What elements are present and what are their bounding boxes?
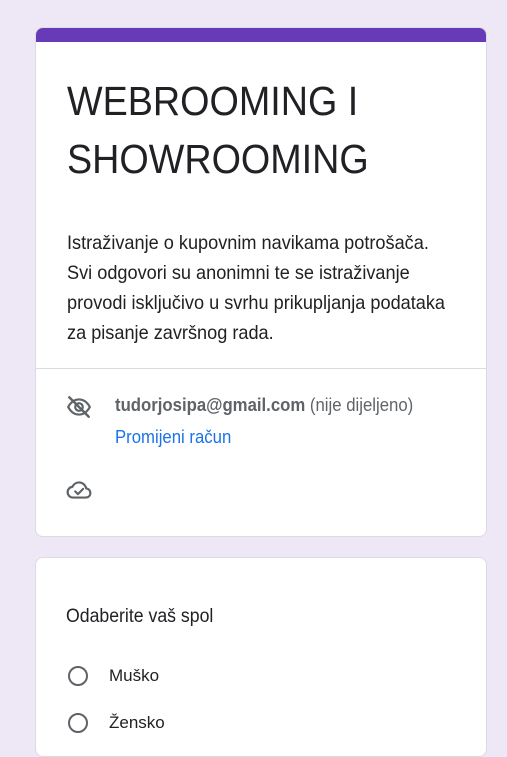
option-label: Žensko: [109, 713, 165, 732]
form-title: WEBROOMING I SHOWROOMING: [67, 78, 369, 182]
question-card: Odaberite vaš spol Muško Žensko: [35, 557, 487, 757]
form-header-card: WEBROOMING I SHOWROOMING Istraživanje o …: [35, 27, 487, 537]
account-info: tudorjosipa@gmail.com (nije dijeljeno) P…: [64, 392, 476, 452]
account-note: (nije dijeljeno): [309, 395, 414, 415]
option-label: Muško: [109, 666, 160, 685]
header-divider: [36, 368, 486, 369]
visibility-off-icon: [66, 396, 92, 418]
account-email: tudorjosipa@gmail.com: [115, 395, 306, 415]
question-title: Odaberite vaš spol: [66, 606, 214, 627]
theme-accent-bar: [36, 28, 486, 42]
account-line: tudorjosipa@gmail.com (nije dijeljeno): [115, 392, 413, 418]
radio-button[interactable]: [68, 666, 88, 686]
gender-option-musko[interactable]: Muško: [66, 663, 366, 693]
gender-option-zensko[interactable]: Žensko: [66, 710, 366, 740]
form-description: Istraživanje o kupovnim navikama potroša…: [67, 232, 446, 344]
cloud-done-icon: [66, 481, 92, 499]
radio-button[interactable]: [68, 713, 88, 733]
change-account-link[interactable]: Promijeni račun: [115, 424, 231, 450]
